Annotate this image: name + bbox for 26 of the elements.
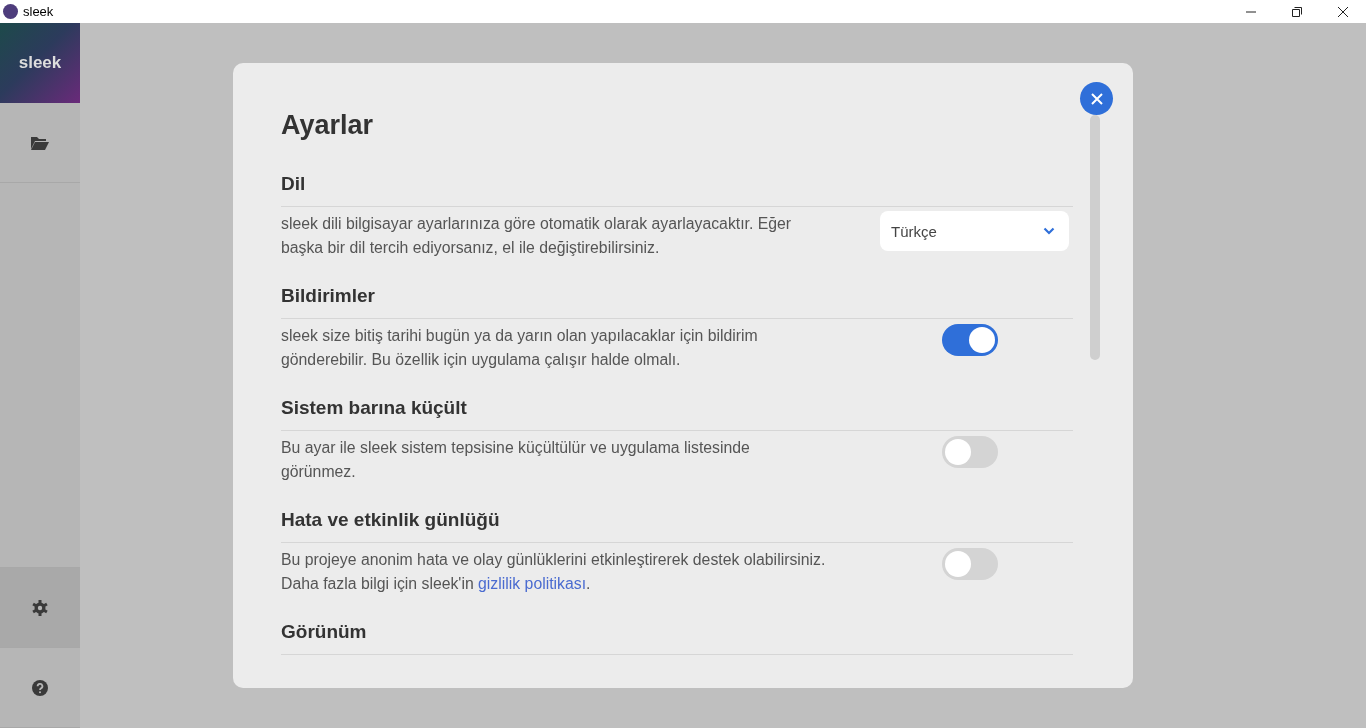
section-heading: Dil [281,171,1073,207]
section-heading: Görünüm [281,619,1073,655]
scrollbar[interactable] [1090,115,1100,360]
section-heading: Sistem barına küçült [281,395,1073,431]
setting-description: sleek size bitiş tarihi bugün ya da yarın olan yapılacaklar için bildirim gönderebilir. Bu özellik için uygulama çalışır halde olmalı. [281,326,759,370]
toggle-switch[interactable] [942,436,998,468]
folder-icon[interactable] [31,135,49,150]
restore-icon[interactable] [1292,6,1302,17]
window-title: sleek [23,4,55,19]
help-icon[interactable] [32,679,48,696]
language-dropdown[interactable]: Türkçe [880,211,1069,251]
toggle-switch[interactable] [942,548,998,580]
chevron-down-icon [1043,227,1055,235]
sidebar-logo: sleek [0,23,80,103]
setting-description: Bu projeye anonim hata ve olay günlüklerini etkinleştirerek destek olabilirsiniz. Daha fazla bilgi için sleek'in gizlilik politikası. [281,550,827,594]
section-heading: Bildirimler [281,283,1073,319]
close-button[interactable] [1080,82,1113,115]
app-logo-icon [3,4,18,19]
setting-description: sleek dili bilgisayar ayarlarınıza göre otomatik olarak ayarlayacaktır. Eğer başka bir dil tercih ediyorsanız, el ile değiştirebilirsiniz. [281,214,793,258]
settings-icon[interactable] [32,599,48,616]
toggle-switch[interactable] [942,324,998,356]
close-icon[interactable] [1338,6,1348,17]
setting-description: Bu ayar ile sleek sistem tepsisine küçültülür ve uygulama listesinde görünmez. [281,438,751,482]
dialog-title: Ayarlar [281,109,375,142]
section-heading: Hata ve etkinlik günlüğü [281,507,1073,543]
privacy-policy-link[interactable]: gizlilik politikası [478,575,587,592]
